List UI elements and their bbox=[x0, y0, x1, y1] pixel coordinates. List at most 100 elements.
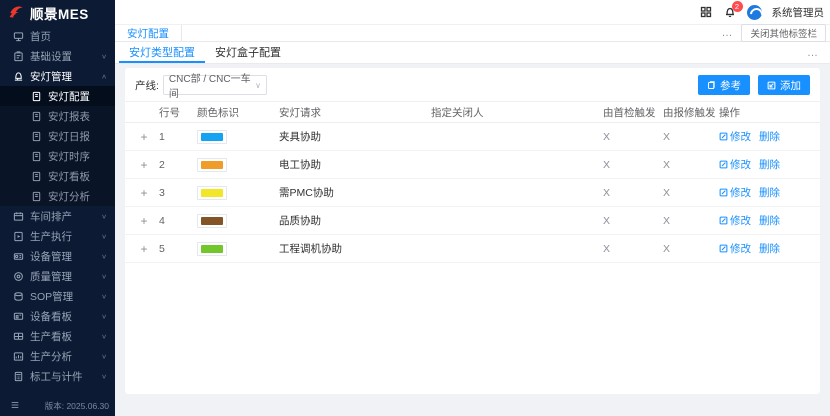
sidebar-item-equipment-board[interactable]: 设备看板 ∨ bbox=[0, 306, 115, 326]
file-icon bbox=[30, 130, 42, 142]
avatar[interactable] bbox=[747, 5, 762, 20]
tab-andon-config[interactable]: 安灯配置 bbox=[115, 25, 182, 41]
sidebar-item-label: 生产执行 bbox=[30, 229, 95, 244]
sidebar-item-andon-config[interactable]: 安灯配置 bbox=[0, 86, 115, 106]
table-header-row: 行号 颜色标识 安灯请求 指定关闭人 由首检触发 由报修触发 操作 bbox=[125, 102, 820, 123]
expand-row-icon[interactable]: + bbox=[129, 214, 159, 228]
edit-icon bbox=[719, 244, 728, 253]
target-icon bbox=[12, 270, 24, 282]
subtab-andon-box-config[interactable]: 安灯盒子配置 bbox=[205, 42, 291, 63]
edit-link[interactable]: 修改 bbox=[719, 157, 751, 172]
expand-row-icon[interactable]: + bbox=[129, 242, 159, 256]
sidebar-item-andon-daily[interactable]: 安灯日报 bbox=[0, 126, 115, 146]
main-area: 2 系统管理员 安灯配置 … 关闭其他标签栏 安灯类型配置 安灯盒子配置 … 产… bbox=[115, 0, 830, 416]
production-line-label: 产线: bbox=[135, 78, 159, 93]
subtabs-spacer bbox=[291, 42, 807, 63]
table-row: + 1 夹具协助 X X 修改 删除 bbox=[125, 123, 820, 151]
edit-link[interactable]: 修改 bbox=[719, 129, 751, 144]
delete-link[interactable]: 删除 bbox=[759, 185, 780, 200]
sidebar-item-workshop-scheduling[interactable]: 车间排产 ∨ bbox=[0, 206, 115, 226]
table-row: + 2 电工协助 X X 修改 删除 bbox=[125, 151, 820, 179]
chevron-down-icon: ∨ bbox=[101, 52, 107, 59]
home-icon bbox=[12, 30, 24, 42]
edit-square-icon bbox=[767, 81, 776, 90]
sidebar: 顺景MES 首页 基础设置 ∨ 安灯管理 ∧ bbox=[0, 0, 115, 416]
andon-request-value: 品质协助 bbox=[279, 213, 431, 228]
sidebar-item-andon-management[interactable]: 安灯管理 ∧ bbox=[0, 66, 115, 86]
brand-name: 顺景MES bbox=[30, 3, 89, 23]
sidebar-item-production-board[interactable]: 生产看板 ∨ bbox=[0, 326, 115, 346]
andon-lamp-icon bbox=[12, 70, 24, 82]
table-row: + 5 工程调机协助 X X 修改 删除 bbox=[125, 235, 820, 263]
sidebar-item-piecework[interactable]: 标工与计件 ∨ bbox=[0, 366, 115, 386]
tabs-bar: 安灯配置 … 关闭其他标签栏 bbox=[115, 24, 830, 42]
andon-submenu: 安灯配置 安灯报表 安灯日报 bbox=[0, 86, 115, 206]
col-assigned-closer: 指定关闭人 bbox=[431, 105, 603, 120]
chevron-down-icon: ∨ bbox=[101, 232, 107, 239]
collapse-sidebar-icon[interactable] bbox=[10, 400, 20, 412]
username-label[interactable]: 系统管理员 bbox=[772, 5, 825, 20]
add-button[interactable]: 添加 bbox=[758, 75, 810, 95]
notification-badge: 2 bbox=[732, 1, 743, 12]
sidebar-item-basic-settings[interactable]: 基础设置 ∨ bbox=[0, 46, 115, 66]
sidebar-item-label: 生产分析 bbox=[30, 349, 95, 364]
bar-chart-icon bbox=[12, 350, 24, 362]
chevron-down-icon: ∨ bbox=[101, 312, 107, 319]
delete-link[interactable]: 删除 bbox=[759, 213, 780, 228]
book-icon bbox=[12, 290, 24, 302]
production-line-select[interactable]: CNC部 / CNC一车间 ∨ bbox=[163, 75, 267, 95]
close-other-tabs-button[interactable]: 关闭其他标签栏 bbox=[741, 24, 826, 42]
sidebar-item-home[interactable]: 首页 bbox=[0, 26, 115, 46]
toolbar: 产线: CNC部 / CNC一车间 ∨ 参考 添加 bbox=[125, 68, 820, 101]
add-button-label: 添加 bbox=[780, 78, 801, 93]
sidebar-item-equipment-management[interactable]: 设备管理 ∨ bbox=[0, 246, 115, 266]
delete-link[interactable]: 删除 bbox=[759, 129, 780, 144]
sidebar-item-andon-analysis[interactable]: 安灯分析 bbox=[0, 186, 115, 206]
table-row: + 4 品质协助 X X 修改 删除 bbox=[125, 207, 820, 235]
sidebar-item-production-analysis[interactable]: 生产分析 ∨ bbox=[0, 346, 115, 366]
sidebar-item-label: 安灯配置 bbox=[48, 89, 107, 104]
tab-more-icon[interactable]: … bbox=[713, 27, 741, 39]
delete-link[interactable]: 删除 bbox=[759, 157, 780, 172]
expand-row-icon[interactable]: + bbox=[129, 186, 159, 200]
dashboard-screen-icon bbox=[12, 310, 24, 322]
subtab-more-icon[interactable]: … bbox=[807, 42, 830, 63]
sidebar-item-sop-management[interactable]: SOP管理 ∨ bbox=[0, 286, 115, 306]
reference-button[interactable]: 参考 bbox=[698, 75, 750, 95]
repair-trigger-value: X bbox=[663, 243, 719, 255]
edit-link[interactable]: 修改 bbox=[719, 185, 751, 200]
apps-grid-icon[interactable] bbox=[699, 5, 713, 19]
subtab-andon-type-config[interactable]: 安灯类型配置 bbox=[119, 42, 205, 63]
first-check-trigger-value: X bbox=[603, 215, 663, 227]
sidebar-item-andon-report[interactable]: 安灯报表 bbox=[0, 106, 115, 126]
chevron-up-icon: ∧ bbox=[101, 72, 107, 79]
delete-link[interactable]: 删除 bbox=[759, 241, 780, 256]
andon-type-table: 行号 颜色标识 安灯请求 指定关闭人 由首检触发 由报修触发 操作 + 1 夹具… bbox=[125, 101, 820, 263]
edit-link[interactable]: 修改 bbox=[719, 213, 751, 228]
sub-tabs: 安灯类型配置 安灯盒子配置 … bbox=[115, 42, 830, 64]
edit-link[interactable]: 修改 bbox=[719, 241, 751, 256]
row-no: 2 bbox=[159, 159, 197, 171]
sidebar-item-label: 安灯报表 bbox=[48, 109, 107, 124]
file-icon bbox=[30, 190, 42, 202]
version-label: 版本: 2025.06.30 bbox=[45, 400, 109, 412]
expand-row-icon[interactable]: + bbox=[129, 158, 159, 172]
sidebar-item-quality-management[interactable]: 质量管理 ∨ bbox=[0, 266, 115, 286]
color-swatch bbox=[197, 242, 227, 256]
expand-row-icon[interactable]: + bbox=[129, 130, 159, 144]
color-swatch bbox=[197, 214, 227, 228]
sidebar-item-andon-board[interactable]: 安灯看板 bbox=[0, 166, 115, 186]
col-andon-request: 安灯请求 bbox=[279, 105, 431, 120]
calculator-icon bbox=[12, 370, 24, 382]
file-icon bbox=[30, 170, 42, 182]
notification-bell-icon[interactable]: 2 bbox=[723, 5, 737, 19]
sidebar-item-production-execution[interactable]: 生产执行 ∨ bbox=[0, 226, 115, 246]
sidebar-item-andon-timeline[interactable]: 安灯时序 bbox=[0, 146, 115, 166]
sidebar-nav: 首页 基础设置 ∨ 安灯管理 ∧ bbox=[0, 26, 115, 398]
sidebar-item-label: 安灯日报 bbox=[48, 129, 107, 144]
topbar: 2 系统管理员 bbox=[115, 0, 830, 24]
reference-button-label: 参考 bbox=[720, 78, 741, 93]
brand-logo-icon bbox=[8, 4, 25, 22]
table-row: + 3 需PMC协助 X X 修改 删除 bbox=[125, 179, 820, 207]
repair-trigger-value: X bbox=[663, 131, 719, 143]
